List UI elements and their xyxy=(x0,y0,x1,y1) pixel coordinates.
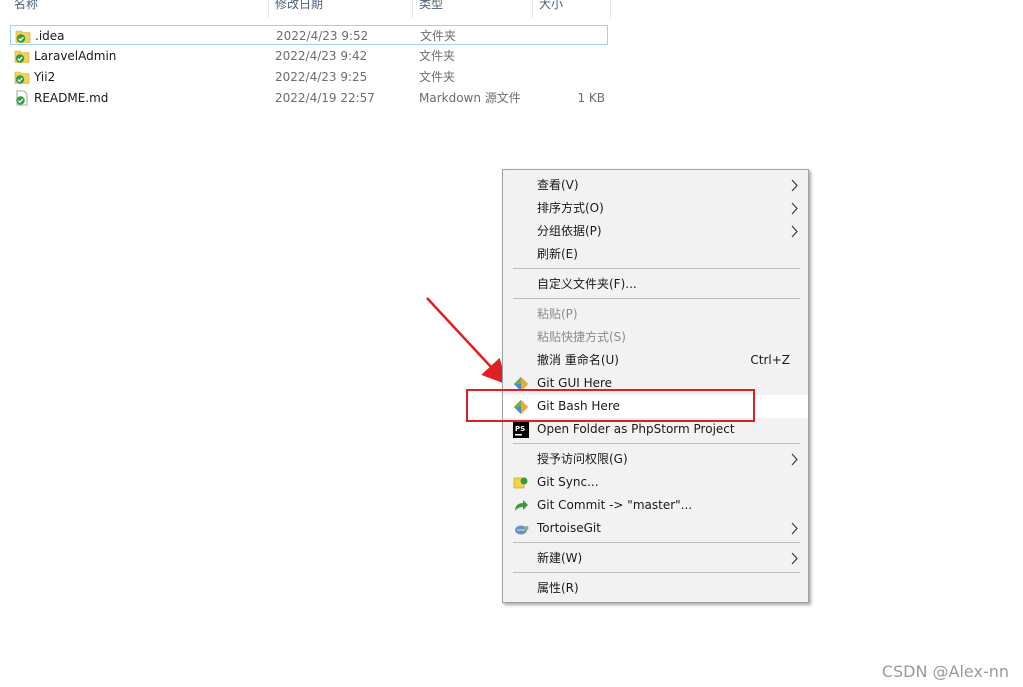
menu-label: 属性(R) xyxy=(537,581,579,595)
menu-item-tortoisegit[interactable]: TortoiseGit xyxy=(503,517,808,540)
chevron-right-icon xyxy=(791,202,798,215)
menu-label: Git Sync... xyxy=(537,475,599,489)
menu-item-sort[interactable]: 排序方式(O) xyxy=(503,197,808,220)
column-divider[interactable] xyxy=(610,0,611,18)
column-header-size[interactable]: 大小 xyxy=(539,0,563,16)
file-type: 文件夹 xyxy=(419,70,456,84)
menu-item-view[interactable]: 查看(V) xyxy=(503,174,808,197)
file-type: 文件夹 xyxy=(419,49,456,63)
menu-label: 排序方式(O) xyxy=(537,201,604,215)
file-size: 1 KB xyxy=(577,91,605,105)
menu-label: Git Commit -> "master"... xyxy=(537,498,693,512)
file-name: .idea xyxy=(35,29,65,43)
menu-label: 自定义文件夹(F)... xyxy=(537,277,637,291)
phpstorm-icon: PS xyxy=(513,422,529,438)
menu-item-undo-rename[interactable]: 撤消 重命名(U) Ctrl+Z xyxy=(503,349,808,372)
file-type: 文件夹 xyxy=(420,29,457,43)
menu-item-paste-shortcut: 粘贴快捷方式(S) xyxy=(503,326,808,349)
column-divider[interactable] xyxy=(412,0,413,18)
menu-item-customize-folder[interactable]: 自定义文件夹(F)... xyxy=(503,273,808,296)
file-date: 2022/4/23 9:52 xyxy=(276,29,369,43)
file-row-laraveladmin[interactable]: LaravelAdmin 2022/4/23 9:42 文件夹 xyxy=(10,46,608,66)
file-type: Markdown 源文件 xyxy=(419,91,521,105)
folder-git-ok-icon xyxy=(14,71,30,84)
file-size xyxy=(530,46,605,66)
file-date: 2022/4/23 9:25 xyxy=(275,70,368,84)
menu-item-grant-access[interactable]: 授予访问权限(G) xyxy=(503,448,808,471)
chevron-right-icon xyxy=(791,225,798,238)
file-size xyxy=(531,26,606,46)
folder-git-ok-icon xyxy=(14,50,30,63)
chevron-right-icon xyxy=(791,552,798,565)
svg-text:PS: PS xyxy=(515,425,525,433)
menu-separator xyxy=(513,298,800,299)
menu-label: 新建(W) xyxy=(537,551,583,565)
menu-item-properties[interactable]: 属性(R) xyxy=(503,577,808,600)
file-name: LaravelAdmin xyxy=(34,49,117,63)
menu-label: 粘贴快捷方式(S) xyxy=(537,330,626,344)
menu-label: 分组依据(P) xyxy=(537,224,602,238)
file-row-yii2[interactable]: Yii2 2022/4/23 9:25 文件夹 xyxy=(10,67,608,87)
menu-separator xyxy=(513,443,800,444)
menu-shortcut: Ctrl+Z xyxy=(750,353,790,367)
menu-item-git-commit[interactable]: Git Commit -> "master"... xyxy=(503,494,808,517)
file-git-ok-icon xyxy=(16,90,28,106)
menu-separator xyxy=(513,268,800,269)
chevron-right-icon xyxy=(791,179,798,192)
annotation-highlight-box xyxy=(466,389,755,422)
menu-item-new[interactable]: 新建(W) xyxy=(503,547,808,570)
file-row-idea[interactable]: .idea 2022/4/23 9:52 文件夹 xyxy=(10,25,608,45)
folder-git-ok-icon xyxy=(15,30,31,43)
menu-label: 撤消 重命名(U) xyxy=(537,353,619,367)
menu-item-group[interactable]: 分组依据(P) xyxy=(503,220,808,243)
file-name: Yii2 xyxy=(34,70,56,84)
menu-separator xyxy=(513,572,800,573)
menu-label: 授予访问权限(G) xyxy=(537,452,628,466)
column-divider[interactable] xyxy=(268,0,269,18)
chevron-right-icon xyxy=(791,453,798,466)
context-menu: 查看(V) 排序方式(O) 分组依据(P) 刷新(E) 自定义文件夹(F)...… xyxy=(502,169,809,603)
file-date: 2022/4/23 9:42 xyxy=(275,49,368,63)
column-header-name[interactable]: 名称 xyxy=(14,0,38,16)
file-row-readme[interactable]: README.md 2022/4/19 22:57 Markdown 源文件 1… xyxy=(10,88,608,108)
git-commit-icon xyxy=(515,500,528,511)
git-sync-icon xyxy=(513,477,528,489)
file-size xyxy=(530,67,605,87)
column-header-date[interactable]: 修改日期 xyxy=(275,0,323,16)
menu-item-paste: 粘贴(P) xyxy=(503,303,808,326)
tortoisegit-icon xyxy=(515,525,529,535)
menu-item-refresh[interactable]: 刷新(E) xyxy=(503,243,808,266)
chevron-right-icon xyxy=(791,522,798,535)
menu-label: 刷新(E) xyxy=(537,247,578,261)
menu-label: 粘贴(P) xyxy=(537,307,578,321)
column-header-type[interactable]: 类型 xyxy=(419,0,443,16)
watermark: CSDN @Alex-nn xyxy=(881,662,1009,681)
file-date: 2022/4/19 22:57 xyxy=(275,91,375,105)
menu-label: TortoiseGit xyxy=(537,521,601,535)
menu-separator xyxy=(513,542,800,543)
menu-label: 查看(V) xyxy=(537,178,579,192)
column-divider[interactable] xyxy=(532,0,533,18)
menu-item-git-sync[interactable]: Git Sync... xyxy=(503,471,808,494)
file-name: README.md xyxy=(34,91,109,105)
